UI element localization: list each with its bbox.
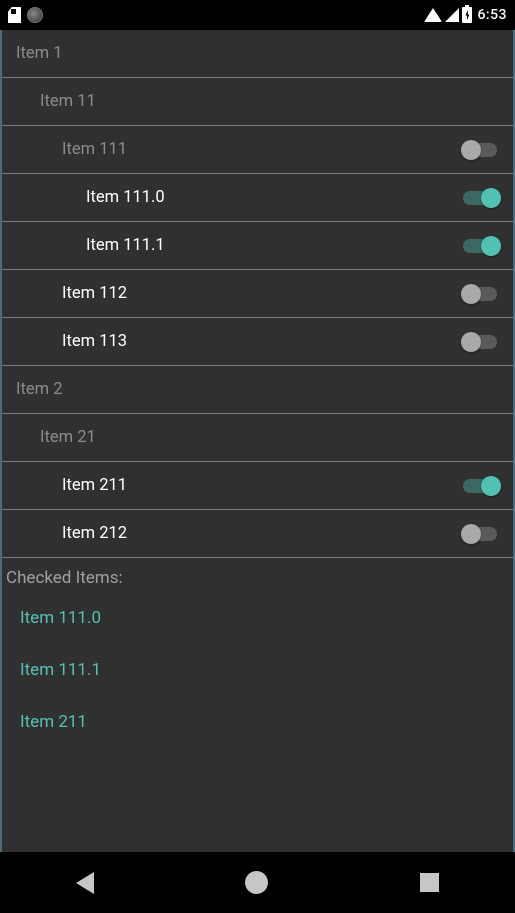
cell-signal-icon [445,8,459,22]
nav-back-button[interactable] [76,872,94,894]
battery-charging-icon [462,7,472,23]
tree-item[interactable]: Item 113 [2,318,513,366]
toggle-switch[interactable] [463,476,503,496]
tree-item[interactable]: Item 111.1 [2,222,513,270]
tree-item-label: Item 111 [62,140,463,159]
checked-items-list: Item 111.0Item 111.1Item 211 [2,592,513,748]
tree-header[interactable]: Item 11 [2,78,513,126]
toggle-switch[interactable] [463,188,503,208]
tree-header-label: Item 2 [16,380,503,399]
tree-item[interactable]: Item 111.0 [2,174,513,222]
toggle-switch[interactable] [463,236,503,256]
tree-header[interactable]: Item 21 [2,414,513,462]
tree-header-label: Item 11 [40,92,503,111]
toggle-switch[interactable] [463,284,503,304]
checked-item: Item 111.0 [2,592,513,644]
tree-item-label: Item 111.0 [86,188,463,207]
loading-circle-icon [27,7,43,23]
tree-item-label: Item 113 [62,332,463,351]
checked-item: Item 211 [2,696,513,748]
status-bar: 6:53 [0,0,515,30]
tree-item-label: Item 211 [62,476,463,495]
navigation-bar [0,852,515,913]
nav-home-button[interactable] [245,871,268,894]
tree-item[interactable]: Item 111 [2,126,513,174]
wifi-icon [424,8,442,22]
toggle-switch[interactable] [463,332,503,352]
checked-item: Item 111.1 [2,644,513,696]
tree-header[interactable]: Item 2 [2,366,513,414]
toggle-switch[interactable] [463,524,503,544]
checked-items-title: Checked Items: [2,558,513,592]
tree-item[interactable]: Item 212 [2,510,513,558]
tree-item[interactable]: Item 211 [2,462,513,510]
tree-item-label: Item 112 [62,284,463,303]
toggle-switch[interactable] [463,140,503,160]
main-content: Item 1Item 11Item 111Item 111.0Item 111.… [0,30,515,852]
nav-recent-button[interactable] [420,873,439,892]
tree-item[interactable]: Item 112 [2,270,513,318]
tree-item-label: Item 111.1 [86,236,463,255]
tree-header-label: Item 1 [16,44,503,63]
tree-item-label: Item 212 [62,524,463,543]
status-clock: 6:53 [477,7,507,23]
sd-card-icon [8,7,21,23]
tree-header-label: Item 21 [40,428,503,447]
tree-list: Item 1 Item 11 Item 111 Item 111.0 Item 111.… [2,30,513,558]
tree-header[interactable]: Item 1 [2,30,513,78]
